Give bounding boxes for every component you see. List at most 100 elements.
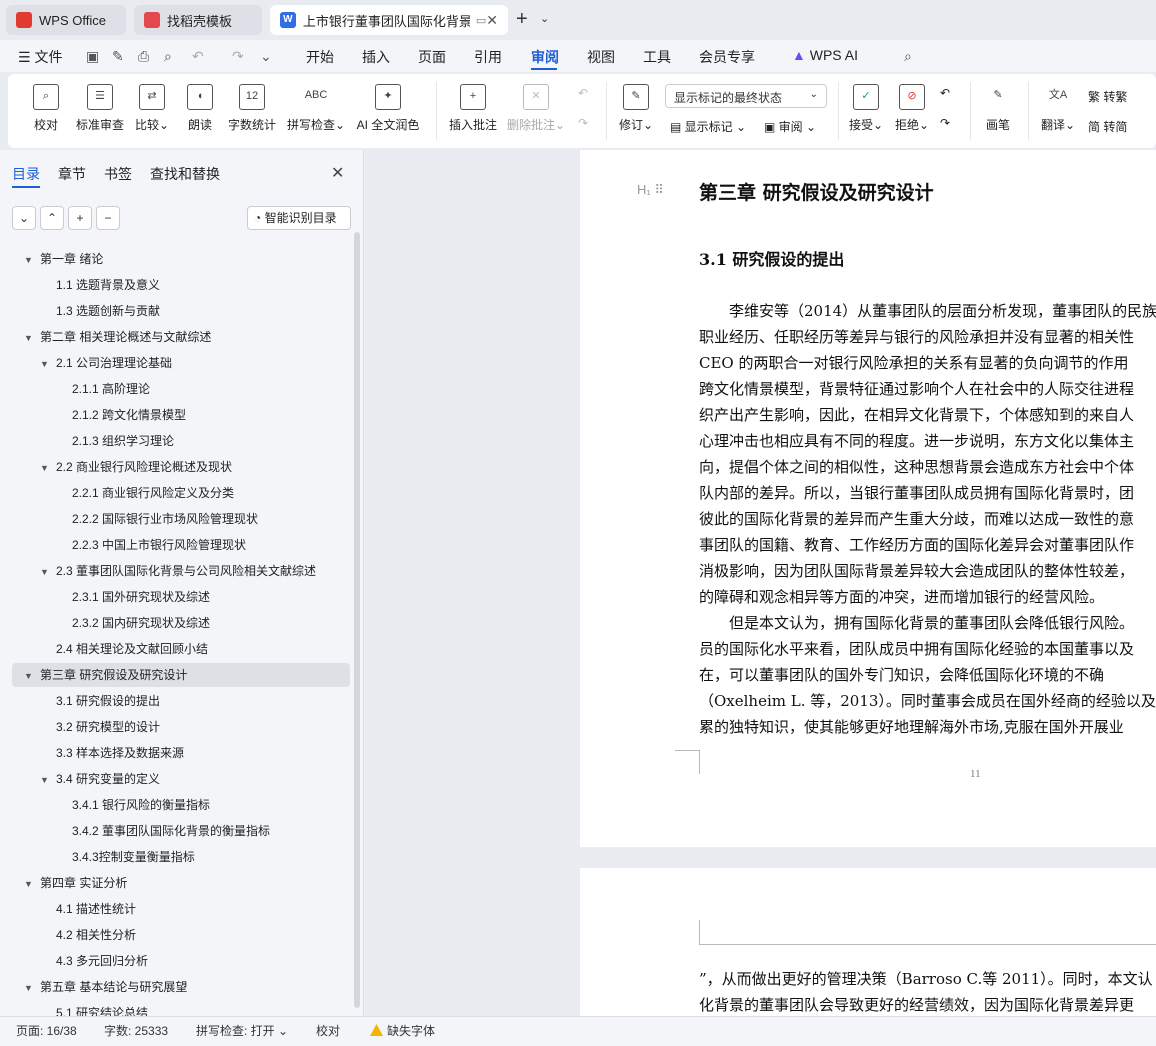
toc-item[interactable]: ▼ 第三章 研究假设及研究设计 xyxy=(24,663,187,687)
prev-change-icon[interactable]: ↶ xyxy=(940,86,950,100)
chapter-heading[interactable]: 第三章 研究假设及研究设计 xyxy=(699,178,934,205)
tab-document[interactable]: W 上市银行董事团队国际化背景 ▭ ✕ xyxy=(270,5,508,35)
menu-member[interactable]: 会员专享 xyxy=(699,47,755,67)
menu-start[interactable]: 开始 xyxy=(306,47,334,67)
print-preview-icon[interactable]: ⌕ xyxy=(164,48,172,65)
tab-list-chevron-icon[interactable]: ⌄ xyxy=(540,12,549,25)
spell-check-button[interactable]: ABC 拼写检查⌄ xyxy=(286,84,346,133)
toc-item[interactable]: 3.2 研究模型的设计 xyxy=(56,715,160,739)
read-aloud-button[interactable]: ◖ 朗读 xyxy=(180,84,220,133)
body-line[interactable]: 职业经历、任职经历等差异与银行的风险承担并没有显著的相关性 xyxy=(699,326,1134,347)
sidebar-scrollbar[interactable] xyxy=(354,232,360,1008)
file-menu[interactable]: ☰ 文件 xyxy=(18,47,62,67)
delete-comment-button[interactable]: ✕ 删除批注⌄ xyxy=(506,84,566,133)
expand-triangle-icon[interactable]: ▼ xyxy=(40,768,52,792)
body-line[interactable]: 向，提倡个体之间的相似性，这种思想背景会造成东方社会中个体 xyxy=(699,456,1134,477)
toc-item[interactable]: 3.4.2 董事团队国际化背景的衡量指标 xyxy=(72,819,270,843)
close-pane-icon[interactable]: ✕ xyxy=(331,163,344,183)
show-markup-button[interactable]: ▤ 显示标记 ⌄ xyxy=(670,118,746,135)
tab-wps-office[interactable]: WPS Office xyxy=(6,5,126,35)
toc-item[interactable]: 3.3 样本选择及数据来源 xyxy=(56,741,184,765)
body-line[interactable]: 在，可以董事团队的国外专门知识，会降低国际化环境的不确 xyxy=(699,664,1104,685)
toc-item[interactable]: 4.2 相关性分析 xyxy=(56,923,136,947)
toc-item[interactable]: 2.3.2 国内研究现状及综述 xyxy=(72,611,210,635)
next-comment-icon[interactable]: ↷ xyxy=(578,116,588,130)
expand-triangle-icon[interactable]: ▼ xyxy=(24,664,36,688)
body-line[interactable]: 事团队的国籍、教育、工作经历方面的国际化差异会对董事团队作 xyxy=(699,534,1134,555)
track-changes-button[interactable]: ✎ 修订⌄ xyxy=(616,84,656,133)
toc-item[interactable]: ▼ 2.2 商业银行风险理论概述及现状 xyxy=(40,455,232,479)
to-traditional-button[interactable]: 繁 转繁 xyxy=(1088,88,1127,105)
reject-button[interactable]: ⊘ 拒绝⌄ xyxy=(892,84,932,133)
expand-triangle-icon[interactable]: ▼ xyxy=(40,560,52,584)
body-line[interactable]: 员的国际化水平来看，团队成员中拥有国际化经验的本国董事以及 xyxy=(699,638,1134,659)
menu-wps-ai[interactable]: ▲ WPS AI xyxy=(792,47,858,63)
new-tab-button[interactable]: + xyxy=(516,8,528,31)
word-count-button[interactable]: 12 字数统计 xyxy=(224,84,280,133)
toc-item[interactable]: 3.4.3控制变量衡量指标 xyxy=(72,845,195,869)
toc-item[interactable]: 4.1 描述性统计 xyxy=(56,897,136,921)
review-pane-button[interactable]: ▣ 审阅 ⌄ xyxy=(764,118,816,135)
toc-item[interactable]: 2.2.1 商业银行风险定义及分类 xyxy=(72,481,234,505)
toc-item[interactable]: ▼ 3.4 研究变量的定义 xyxy=(40,767,160,791)
collapse-up-button[interactable]: ⌃ xyxy=(40,206,64,230)
menu-review[interactable]: 审阅 xyxy=(531,47,559,67)
body-line[interactable]: （Oxelheim L. 等，2013）。同时董事会成员在国外经商的经验以及 xyxy=(699,690,1156,711)
page-indicator[interactable]: 页面: 16/38 xyxy=(16,1022,77,1039)
tab-template[interactable]: 找稻壳模板 xyxy=(134,5,262,35)
body-line[interactable]: 织产出产生影响，因此，在相异文化背景下，个体感知到的来自人 xyxy=(699,404,1134,425)
expand-triangle-icon[interactable]: ▼ xyxy=(24,248,36,272)
body-line[interactable]: ”，从而做出更好的管理决策（Barroso C.等 2011）。同时，本文认 xyxy=(699,968,1153,989)
insert-comment-button[interactable]: + 插入批注 xyxy=(446,84,500,133)
toc-item[interactable]: ▼ 第五章 基本结论与研究展望 xyxy=(24,975,187,999)
expand-triangle-icon[interactable]: ▼ xyxy=(40,352,52,376)
toc-item[interactable]: 2.4 相关理论及文献回顾小结 xyxy=(56,637,208,661)
word-count-indicator[interactable]: 字数: 25333 xyxy=(104,1022,168,1039)
body-line[interactable]: 队内部的差异。所以，当银行董事团队成员拥有国际化背景时，团 xyxy=(699,482,1134,503)
toc-item[interactable]: ▼ 2.3 董事团队国际化背景与公司风险相关文献综述 xyxy=(40,559,316,583)
body-line[interactable]: 彼此的国际化背景的差异而产生重大分歧，而难以达成一致性的意 xyxy=(699,508,1134,529)
expand-down-button[interactable]: ⌄ xyxy=(12,206,36,230)
more-chevron-icon[interactable]: ⌄ xyxy=(260,48,272,65)
heading-marker-icon[interactable]: H₁ ⠿ xyxy=(637,182,664,198)
spell-check-status[interactable]: 拼写检查: 打开 ⌄ xyxy=(196,1022,288,1039)
translate-button[interactable]: 文A 翻译⌄ xyxy=(1038,84,1078,133)
toc-item[interactable]: 3.1 研究假设的提出 xyxy=(56,689,160,713)
prev-comment-icon[interactable]: ↶ xyxy=(578,86,588,100)
body-line[interactable]: CEO 的两职合一对银行风险承担的关系有显著的负向调节的作用 xyxy=(699,352,1129,373)
expand-triangle-icon[interactable]: ▼ xyxy=(40,456,52,480)
sidebar-tab-chapters[interactable]: 章节 xyxy=(58,164,86,184)
toc-item[interactable]: 2.3.1 国外研究现状及综述 xyxy=(72,585,210,609)
ink-button[interactable]: ✎ 画笔 xyxy=(980,84,1016,133)
next-change-icon[interactable]: ↷ xyxy=(940,116,950,130)
markup-state-select[interactable]: 显示标记的最终状态 ⌄ xyxy=(665,84,827,108)
sidebar-tab-toc[interactable]: 目录 xyxy=(12,164,40,184)
toc-item[interactable]: 4.3 多元回归分析 xyxy=(56,949,148,973)
body-line[interactable]: 跨文化情景模型，背景特征通过影响个人在社会中的人际交往进程 xyxy=(699,378,1134,399)
to-simplified-button[interactable]: 简 转简 xyxy=(1088,118,1127,135)
toc-item[interactable]: ▼ 第四章 实证分析 xyxy=(24,871,127,895)
smart-toc-button[interactable]: ◔ 智能识别目录 xyxy=(247,206,351,230)
search-icon[interactable]: ⌕ xyxy=(904,48,912,65)
toc-item[interactable]: 1.3 选题创新与贡献 xyxy=(56,299,160,323)
print-icon[interactable]: ⎙ xyxy=(138,48,149,65)
section-heading[interactable]: 3.1 研究假设的提出 xyxy=(699,246,844,270)
ai-polish-button[interactable]: ✦ AI 全文润色 xyxy=(352,84,424,133)
sidebar-tab-bookmarks[interactable]: 书签 xyxy=(104,164,132,184)
expand-triangle-icon[interactable]: ▼ xyxy=(24,326,36,350)
menu-page[interactable]: 页面 xyxy=(418,47,446,67)
menu-view[interactable]: 视图 xyxy=(587,47,615,67)
close-tab-icon[interactable]: ✕ xyxy=(486,12,498,29)
toc-item[interactable]: 3.4.1 银行风险的衡量指标 xyxy=(72,793,210,817)
menu-insert[interactable]: 插入 xyxy=(362,47,390,67)
toc-item[interactable]: 2.1.3 组织学习理论 xyxy=(72,429,174,453)
menu-tools[interactable]: 工具 xyxy=(643,47,671,67)
save-icon[interactable]: ▣ xyxy=(86,48,99,65)
toc-item[interactable]: 1.1 选题背景及意义 xyxy=(56,273,160,297)
toc-item[interactable]: ▼ 第一章 绪论 xyxy=(24,247,103,271)
proofread-status[interactable]: 校对 xyxy=(316,1022,340,1039)
standard-review-button[interactable]: ☰ 标准审查 xyxy=(74,84,126,133)
body-line[interactable]: 但是本文认为，拥有国际化背景的董事团队会降低银行风险。 xyxy=(729,612,1134,633)
expand-triangle-icon[interactable]: ▼ xyxy=(24,976,36,1000)
toc-item[interactable]: ▼ 2.1 公司治理理论基础 xyxy=(40,351,172,375)
